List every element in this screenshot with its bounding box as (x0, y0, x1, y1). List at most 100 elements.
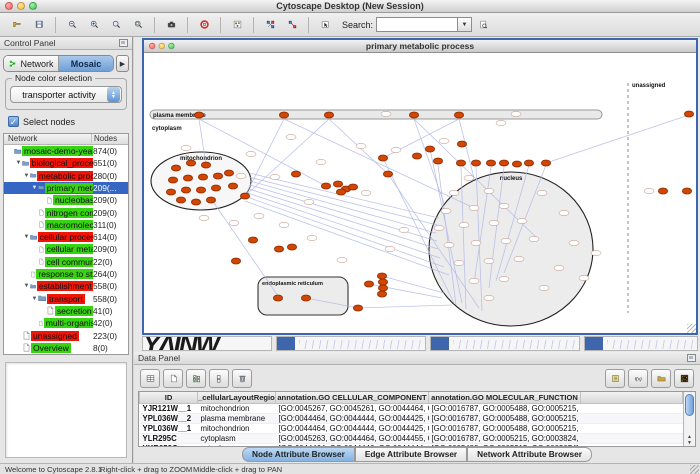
save-button[interactable] (28, 15, 50, 35)
select-nodes-checkbox[interactable]: ✓ (8, 116, 19, 127)
network-node[interactable] (658, 188, 667, 194)
network-node-small[interactable] (279, 222, 289, 227)
network-node[interactable] (191, 199, 200, 205)
search-dropdown-button[interactable]: ▼ (458, 17, 472, 32)
tree-row[interactable]: mosaic-demo-yeast874(0) (4, 145, 128, 157)
network-node[interactable] (454, 112, 463, 118)
network-node[interactable] (240, 193, 249, 199)
table-scrollbar[interactable]: ▲▼ (683, 392, 695, 446)
tree-column-network[interactable]: Network (4, 134, 92, 143)
network-node[interactable] (524, 160, 533, 166)
network-node-small[interactable] (517, 218, 527, 223)
network-node[interactable] (166, 189, 175, 195)
tab-network[interactable]: Network (4, 56, 59, 71)
network-node-small[interactable] (484, 188, 494, 193)
tree-row[interactable]: ▼metabolic process280(0) (4, 170, 128, 182)
network-node-small[interactable] (356, 143, 366, 148)
tree-row[interactable]: Overview8(0) (4, 342, 128, 354)
tree-row[interactable]: nitrogen compo209(0) (4, 206, 128, 218)
network-node-small[interactable] (229, 220, 239, 225)
network-node-small[interactable] (471, 240, 481, 245)
network-node-small[interactable] (304, 199, 314, 204)
network-node[interactable] (279, 112, 288, 118)
attribute-editor-button[interactable] (605, 369, 625, 388)
zoom-selected-button[interactable] (127, 15, 149, 35)
background-window-overview[interactable]: YΛINW (142, 336, 272, 351)
expand-arrow-icon[interactable]: ▼ (15, 160, 22, 166)
tree-row[interactable]: ▼transport558(0) (4, 293, 128, 305)
network-node-small[interactable] (489, 220, 499, 225)
network-node-small[interactable] (554, 265, 564, 270)
network-node-small[interactable] (434, 225, 444, 230)
tab-edge-attribute-browser[interactable]: Edge Attribute Browser (355, 447, 467, 462)
network-node-small[interactable] (454, 260, 464, 265)
scrollbar-arrows[interactable]: ▲▼ (684, 434, 695, 446)
advanced-search-button[interactable] (472, 15, 494, 35)
select-attributes-button[interactable] (186, 369, 206, 388)
network-node-small[interactable] (439, 138, 449, 143)
open-file-button[interactable] (6, 15, 28, 35)
color-attribute-dropdown[interactable]: transporter activity ▲▼ (10, 86, 122, 103)
float-data-panel-icon[interactable] (687, 354, 696, 362)
table-column-header[interactable]: ID (140, 392, 198, 403)
edit-edge-button[interactable] (281, 15, 303, 35)
network-node[interactable] (198, 174, 207, 180)
network-node-small[interactable] (444, 242, 454, 247)
network-node[interactable] (378, 285, 387, 291)
table-row[interactable]: YPL036W__1mitochondrion[GO:0044464, GO:0… (140, 423, 683, 433)
edit-network-button[interactable] (259, 15, 281, 35)
tree-row[interactable]: ▼biological_process651(0) (4, 157, 128, 169)
network-node-small[interactable] (286, 134, 296, 139)
network-node-small[interactable] (181, 145, 191, 150)
network-node[interactable] (213, 173, 222, 179)
network-node-small[interactable] (484, 258, 494, 263)
delete-attribute-button[interactable] (232, 369, 252, 388)
network-node[interactable] (377, 273, 386, 279)
import-attributes-button[interactable] (651, 369, 671, 388)
network-node-small[interactable] (361, 190, 371, 195)
tree-row[interactable]: ▼establishment of lo558(0) (4, 280, 128, 292)
expand-arrow-icon[interactable]: ▼ (23, 173, 30, 179)
expand-arrow-icon[interactable]: ▼ (23, 234, 30, 240)
tab-mosaic[interactable]: Mosaic (59, 56, 113, 71)
table-column-header[interactable]: annotation.GO MOLECULAR_FUNCTION (429, 392, 581, 403)
network-node-small[interactable] (469, 278, 479, 283)
network-node-small[interactable] (459, 222, 469, 227)
network-node-small[interactable] (569, 240, 579, 245)
network-node-small[interactable] (449, 190, 459, 195)
network-node[interactable] (181, 187, 190, 193)
tree-row[interactable]: ▼primary metabo209(... (4, 182, 128, 194)
vizmapper-button[interactable] (226, 15, 248, 35)
formula-button[interactable]: f(x) (628, 369, 648, 388)
network-node-small[interactable] (501, 238, 511, 243)
network-node[interactable] (377, 291, 386, 297)
tab-node-attribute-browser[interactable]: Node Attribute Browser (242, 447, 355, 462)
network-node[interactable] (194, 112, 203, 118)
network-node[interactable] (378, 279, 387, 285)
network-node[interactable] (201, 162, 210, 168)
network-node[interactable] (378, 155, 387, 161)
network-node-small[interactable] (484, 295, 494, 300)
frame-resize-grip[interactable] (687, 324, 696, 333)
network-node[interactable] (206, 197, 215, 203)
tree-row[interactable]: cellular metabol209(0) (4, 243, 128, 255)
snapshot-button[interactable] (160, 15, 182, 35)
tree-row[interactable]: cell communicat22(0) (4, 256, 128, 268)
unselect-attributes-button[interactable] (209, 369, 229, 388)
network-node[interactable] (321, 183, 330, 189)
scrollbar-thumb[interactable] (685, 394, 694, 416)
network-node-small[interactable] (254, 213, 264, 218)
network-node-small[interactable] (337, 257, 347, 262)
attribute-table-button[interactable] (140, 369, 160, 388)
network-node-small[interactable] (529, 236, 539, 241)
network-node-small[interactable] (499, 203, 509, 208)
tree-row[interactable]: secretion41(0) (4, 305, 128, 317)
network-node-small[interactable] (499, 276, 509, 281)
background-window-2[interactable] (430, 336, 580, 351)
network-node[interactable] (383, 171, 392, 177)
network-node[interactable] (684, 111, 693, 117)
network-node-small[interactable] (511, 111, 521, 116)
tab-overflow-button[interactable]: ▶ (116, 55, 129, 72)
network-node[interactable] (228, 183, 237, 189)
network-node[interactable] (512, 161, 521, 167)
